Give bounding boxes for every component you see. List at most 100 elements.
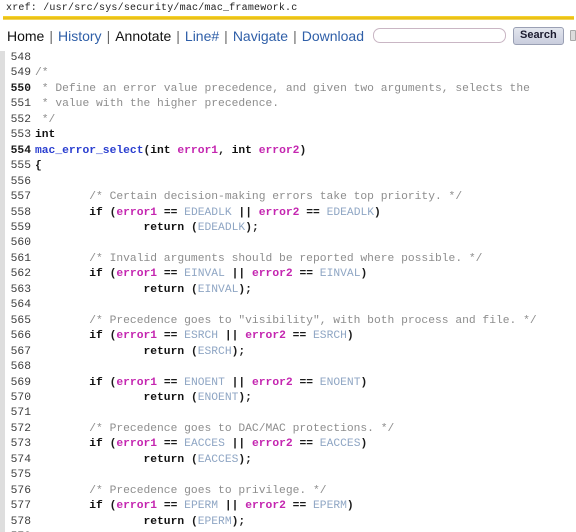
code-line: 548 bbox=[0, 52, 35, 64]
code-token-kw: if bbox=[35, 376, 110, 389]
code-line: 559 return (EDEADLK); bbox=[0, 222, 259, 234]
code-token-var: error1 bbox=[116, 206, 158, 219]
code-token-plain: ); bbox=[245, 221, 259, 234]
code-line: 572 /* Precedence goes to DAC/MAC protec… bbox=[0, 422, 395, 435]
search-option-checkbox[interactable] bbox=[569, 30, 576, 41]
code-token-kw: if bbox=[35, 330, 110, 343]
code-token-plain: ); bbox=[238, 453, 252, 466]
code-line: 570 return (ENOENT); bbox=[0, 392, 252, 404]
code-token-macro[interactable]: EACCES bbox=[320, 438, 361, 450]
code-token-plain: == bbox=[157, 206, 185, 219]
code-token-plain: == bbox=[157, 330, 185, 343]
code-token-cmt: /* Precedence goes to privilege. */ bbox=[35, 484, 327, 497]
code-token-plain: ( bbox=[190, 515, 198, 528]
code-token-plain: ) bbox=[299, 144, 307, 157]
code-token-kw: return bbox=[35, 453, 191, 466]
code-line: 564 bbox=[0, 299, 35, 311]
code-token-plain: ( bbox=[190, 283, 198, 296]
code-token-plain: == bbox=[292, 438, 320, 451]
code-token-plain: ); bbox=[231, 345, 246, 358]
code-token-cmt: /* bbox=[35, 67, 49, 80]
code-token-macro[interactable]: ENOENT bbox=[184, 377, 225, 389]
menu-item-home[interactable]: Home bbox=[6, 28, 45, 44]
code-line: 563 return (EINVAL); bbox=[0, 284, 252, 296]
code-line: 551 * value with the higher precedence. bbox=[0, 98, 279, 110]
code-line: 558 if (error1 == EDEADLK || error2 == E… bbox=[0, 207, 381, 219]
code-token-macro[interactable]: EACCES bbox=[198, 454, 239, 466]
code-token-plain: ) bbox=[374, 206, 381, 219]
code-token-var: error2 bbox=[258, 144, 300, 157]
code-token-plain: ) bbox=[346, 330, 354, 343]
code-token-fn[interactable]: mac_error_select bbox=[35, 145, 143, 157]
code-token-plain: ( bbox=[190, 221, 198, 234]
menu-item-navigate[interactable]: Navigate bbox=[232, 28, 289, 44]
code-token-var: error2 bbox=[251, 268, 293, 281]
code-token-cmt: /* Precedence goes to DAC/MAC protection… bbox=[35, 422, 395, 435]
code-token-plain: || bbox=[224, 438, 252, 451]
code-token-macro[interactable]: EDEADLK bbox=[184, 207, 231, 219]
code-line: 554 mac_error_select(int error1, int erro… bbox=[0, 144, 307, 157]
code-token-macro[interactable]: EINVAL bbox=[198, 284, 239, 296]
code-token-cmt: /* Invalid arguments should be reported … bbox=[35, 252, 483, 265]
source-code-viewer[interactable]: 548 549/* 550 * Define an error value pr… bbox=[0, 51, 576, 532]
code-token-plain: || bbox=[218, 330, 246, 343]
code-line: 553 int bbox=[0, 129, 56, 141]
menu-separator: | bbox=[293, 27, 297, 44]
code-token-macro[interactable]: ENOENT bbox=[198, 392, 239, 404]
code-token-plain: == bbox=[292, 268, 320, 281]
search-input[interactable] bbox=[372, 28, 506, 43]
code-token-kw: int bbox=[231, 144, 259, 157]
code-token-var: error2 bbox=[245, 500, 286, 513]
code-token-macro[interactable]: EPERM bbox=[184, 500, 218, 512]
code-token-macro[interactable]: EINVAL bbox=[184, 268, 225, 280]
menu-item-annotate[interactable]: Annotate bbox=[114, 28, 172, 44]
code-line: 556 bbox=[0, 176, 35, 188]
search-button[interactable]: Search bbox=[512, 26, 564, 45]
code-token-macro[interactable]: ENOENT bbox=[320, 377, 361, 389]
menu-separator: | bbox=[224, 27, 228, 44]
code-token-var: error1 bbox=[116, 500, 158, 513]
code-line: 574 return (EACCES); bbox=[0, 454, 252, 466]
menu-item-line-number[interactable]: Line# bbox=[184, 28, 220, 44]
code-line: 576 /* Precedence goes to privilege. */ bbox=[0, 485, 327, 497]
code-token-macro[interactable]: ESRCH bbox=[313, 330, 347, 342]
source-code-body: 548 549/* 550 * Define an error value pr… bbox=[0, 51, 576, 532]
code-line: 578 return (EPERM); bbox=[0, 515, 246, 528]
code-token-macro[interactable]: EINVAL bbox=[320, 268, 361, 280]
code-line: 567 return (ESRCH); bbox=[0, 345, 246, 358]
code-line: 562 if (error1 == EINVAL || error2 == EI… bbox=[0, 268, 368, 281]
code-line: 557 /* Certain decision-making errors ta… bbox=[0, 191, 462, 203]
code-token-macro[interactable]: EDEADLK bbox=[327, 207, 374, 219]
code-token-kw: return bbox=[35, 221, 191, 234]
code-token-cmt: /* Precedence goes to "visibility", with… bbox=[35, 314, 537, 327]
code-token-macro[interactable]: ESRCH bbox=[184, 330, 218, 342]
menu-item-history[interactable]: History bbox=[57, 28, 103, 44]
menu-item-download[interactable]: Download bbox=[301, 28, 365, 44]
code-token-plain: == bbox=[285, 330, 314, 343]
code-token-macro[interactable]: EPERM bbox=[198, 516, 232, 528]
code-token-macro[interactable]: EPERM bbox=[313, 500, 347, 512]
code-token-plain: ( bbox=[190, 345, 198, 358]
code-token-plain: == bbox=[157, 376, 185, 389]
code-token-macro[interactable]: EDEADLK bbox=[198, 222, 245, 234]
code-token-var: error1 bbox=[116, 268, 158, 281]
code-token-plain: ) bbox=[360, 376, 368, 389]
code-token-plain: ( bbox=[190, 453, 198, 466]
code-token-plain: ); bbox=[238, 283, 252, 296]
menu-separator: | bbox=[49, 27, 53, 44]
code-token-plain: || bbox=[224, 268, 252, 281]
code-token-plain: == bbox=[157, 500, 185, 513]
gutter-strip bbox=[0, 51, 5, 532]
code-token-macro[interactable]: ESRCH bbox=[198, 346, 232, 358]
code-line: 575 bbox=[0, 469, 35, 481]
code-token-plain: ); bbox=[238, 391, 252, 404]
code-token-var: error2 bbox=[258, 206, 300, 219]
code-token-kw: return bbox=[35, 515, 191, 528]
code-token-kw: return bbox=[35, 283, 191, 296]
code-token-cmt: * Define an error value precedence, and … bbox=[35, 82, 530, 95]
code-token-kw: if bbox=[35, 206, 110, 219]
code-token-plain: , bbox=[218, 144, 232, 157]
code-token-macro[interactable]: EACCES bbox=[184, 438, 225, 450]
code-token-kw: int bbox=[150, 144, 178, 157]
code-token-plain: == bbox=[157, 438, 185, 451]
